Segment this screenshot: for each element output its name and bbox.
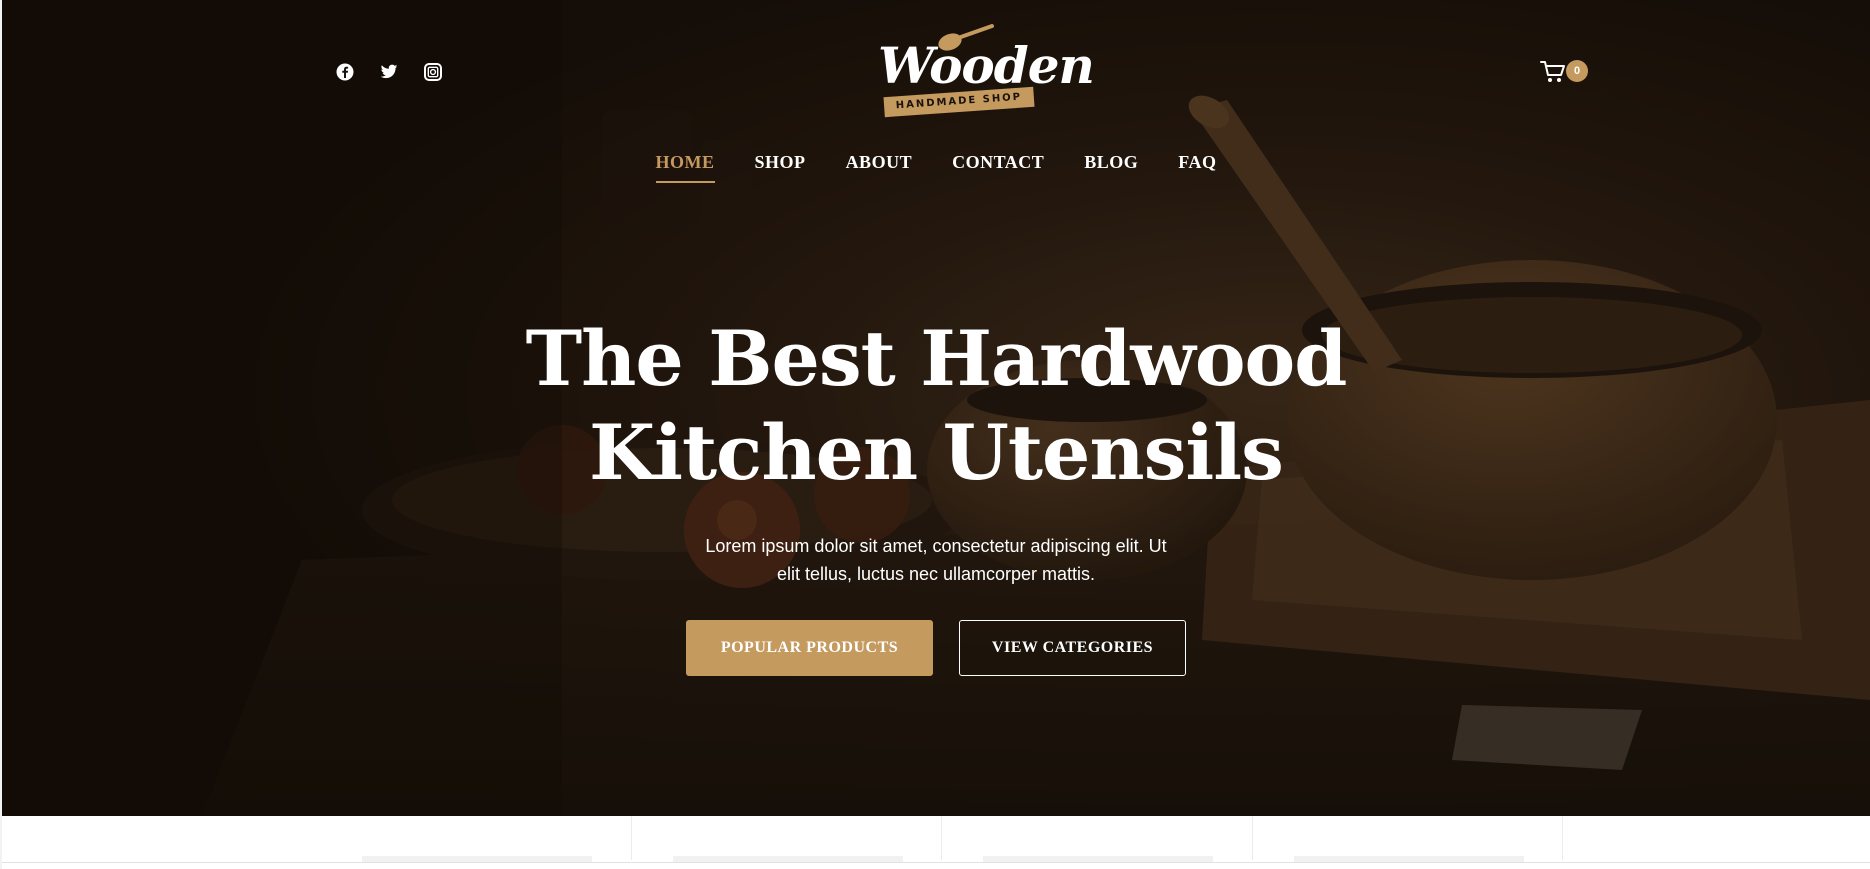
- social-links: [335, 62, 443, 82]
- hero-title-line-1: The Best Hardwood: [525, 314, 1348, 403]
- nav-item-home[interactable]: HOME: [655, 152, 715, 183]
- hero-section: Wooden HANDMADE SHOP 0 HOME SHOP ABOUT C…: [2, 0, 1870, 816]
- main-nav: HOME SHOP ABOUT CONTACT BLOG FAQ: [2, 152, 1870, 183]
- nav-item-shop[interactable]: SHOP: [755, 152, 806, 183]
- hero-subtitle-line-2: elit tellus, luctus nec ullamcorper matt…: [776, 564, 1096, 584]
- nav-item-about[interactable]: ABOUT: [846, 152, 913, 183]
- nav-item-contact[interactable]: CONTACT: [952, 152, 1044, 183]
- column-divider: [941, 816, 942, 860]
- view-categories-button[interactable]: VIEW CATEGORIES: [959, 620, 1186, 676]
- twitter-link[interactable]: [379, 62, 399, 82]
- hero-subtitle: Lorem ipsum dolor sit amet, consectetur …: [686, 532, 1186, 588]
- cart-button[interactable]: 0: [1540, 56, 1590, 86]
- instagram-link[interactable]: [423, 62, 443, 82]
- bottom-divider: [2, 862, 1870, 863]
- column-divider: [631, 816, 632, 860]
- hero-buttons: POPULAR PRODUCTS VIEW CATEGORIES: [2, 620, 1870, 676]
- logo-wordmark: Wooden: [878, 36, 1095, 95]
- page: Wooden HANDMADE SHOP 0 HOME SHOP ABOUT C…: [0, 0, 1870, 869]
- twitter-icon: [380, 64, 398, 79]
- nav-item-blog[interactable]: BLOG: [1084, 152, 1138, 183]
- nav-item-faq[interactable]: FAQ: [1178, 152, 1216, 183]
- instagram-icon: [424, 63, 442, 81]
- hero-title: The Best Hardwood Kitchen Utensils: [2, 312, 1870, 500]
- facebook-link[interactable]: [335, 62, 355, 82]
- hero-subtitle-line-1: Lorem ipsum dolor sit amet, consectetur …: [705, 536, 1167, 556]
- cart-icon: [1540, 61, 1565, 82]
- column-divider: [1252, 816, 1253, 860]
- site-logo[interactable]: Wooden HANDMADE SHOP: [876, 22, 1095, 122]
- hero-title-line-2: Kitchen Utensils: [589, 408, 1284, 497]
- facebook-icon: [336, 63, 354, 81]
- site-header: Wooden HANDMADE SHOP 0: [2, 0, 1870, 140]
- popular-products-button[interactable]: POPULAR PRODUCTS: [686, 620, 933, 676]
- column-divider: [1562, 816, 1563, 860]
- below-fold-section: [2, 816, 1870, 869]
- cart-count-badge: 0: [1566, 60, 1588, 82]
